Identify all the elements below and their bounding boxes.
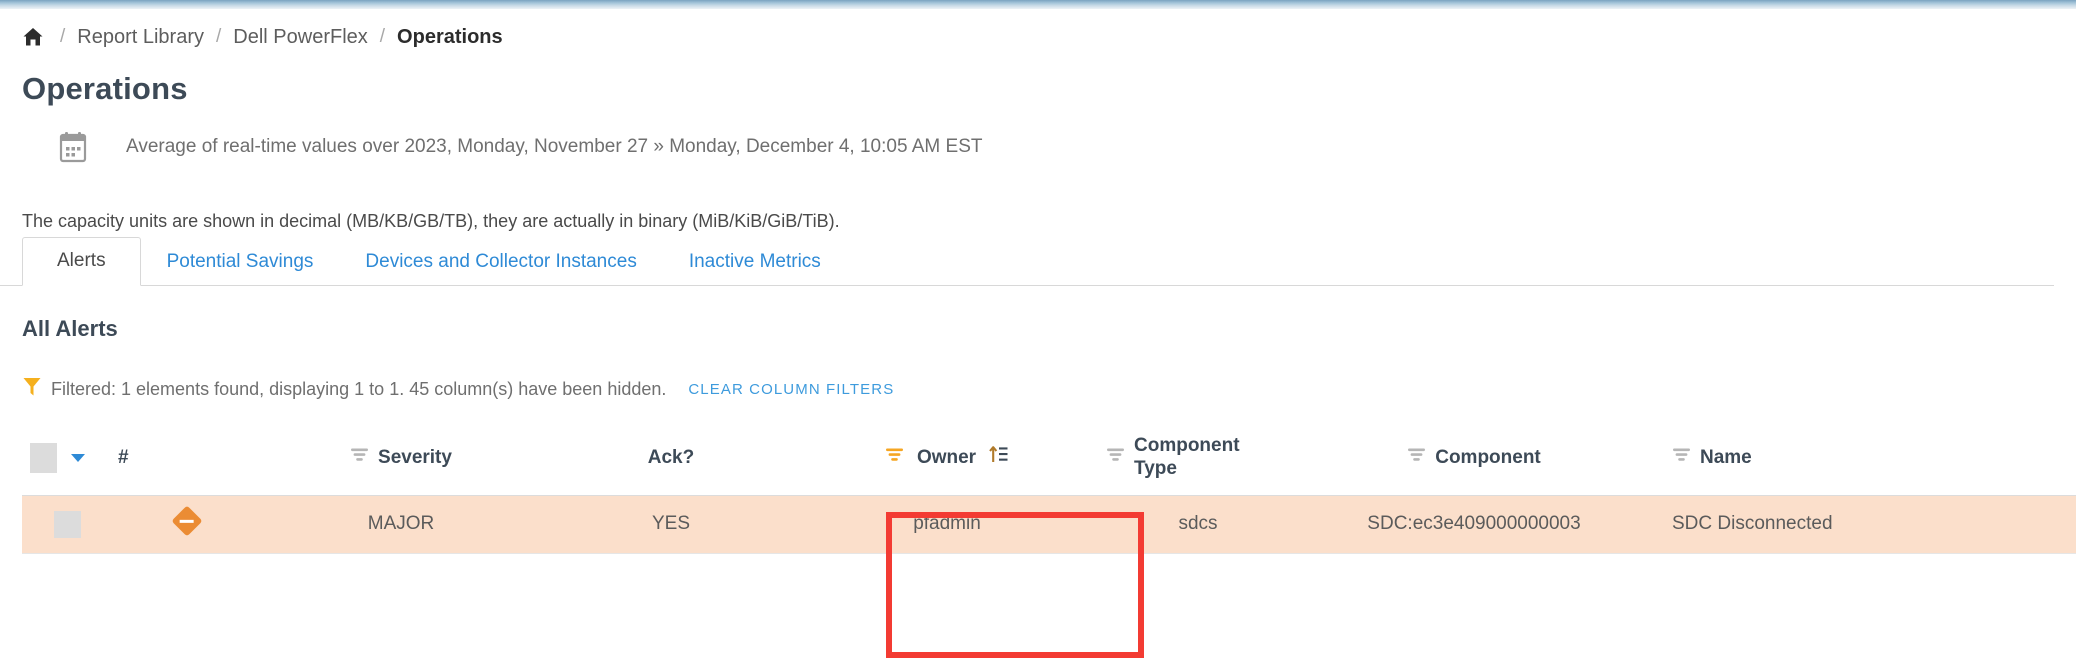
cell-name: SDC Disconnected [1644,495,2076,554]
breadcrumb: / Report Library / Dell PowerFlex / Oper… [22,9,2076,57]
date-range-row: Average of real-time values over 2023, M… [22,131,2076,163]
cell-ack: YES [540,495,802,554]
tab-potential-savings[interactable]: Potential Savings [141,239,340,286]
filter-icon-severity[interactable] [350,447,369,469]
home-icon[interactable] [22,27,44,47]
breadcrumb-item-dell-powerflex[interactable]: Dell PowerFlex [233,26,367,49]
funnel-icon [22,376,42,403]
filter-icon-owner[interactable] [885,447,904,469]
column-header-owner[interactable]: Owner [802,421,1092,496]
column-header-severity[interactable]: Severity [262,421,540,496]
tab-inactive-metrics[interactable]: Inactive Metrics [663,239,847,286]
calendar-icon[interactable] [58,131,88,163]
column-header-component-type[interactable]: Component Type [1092,421,1304,496]
filter-icon-component-type[interactable] [1106,447,1125,469]
column-label-name: Name [1700,446,1752,468]
alerts-table: # Severity Ack? Owner Component Type Com… [22,421,2076,554]
row-checkbox[interactable] [53,510,81,538]
cell-severity: MAJOR [262,495,540,554]
table-body: MAJOR YES pfadmin sdcs SDC:ec3e409000000… [22,495,2076,554]
tab-bar: Alerts Potential Savings Devices and Col… [0,237,2054,286]
column-label-ack: Ack? [647,446,695,468]
severity-diamond-icon [171,505,203,537]
breadcrumb-separator-2: / [379,26,386,47]
breadcrumb-item-report-library[interactable]: Report Library [77,26,204,49]
table-header-row: # Severity Ack? Owner Component Type Com… [22,421,2076,496]
alerts-table-container: # Severity Ack? Owner Component Type Com… [0,421,2076,554]
cell-component: SDC:ec3e409000000003 [1304,495,1644,554]
clear-column-filters-link[interactable]: CLEAR COLUMN FILTERS [688,381,894,398]
column-label-component-type: Component Type [1134,435,1240,479]
page-title: Operations [22,71,188,106]
table-row[interactable]: MAJOR YES pfadmin sdcs SDC:ec3e409000000… [22,495,2076,554]
cell-owner: pfadmin [802,495,1092,554]
page-content: / Report Library / Dell PowerFlex / Oper… [0,9,2076,668]
select-all-checkbox[interactable] [30,442,57,473]
breadcrumb-item-operations: Operations [397,25,503,48]
column-header-name[interactable]: Name [1644,421,2076,496]
filter-icon-name[interactable] [1672,447,1691,469]
table-header: # Severity Ack? Owner Component Type Com… [22,421,2076,496]
column-header-select-all[interactable] [22,421,112,496]
tab-devices-and-collector-instances[interactable]: Devices and Collector Instances [339,239,662,286]
column-label-owner: Owner [916,446,977,468]
filter-status-bar: Filtered: 1 elements found, displaying 1… [22,376,2076,403]
column-label-component: Component [1435,446,1541,468]
row-severity-icon-cell [112,495,262,554]
date-range-text: Average of real-time values over 2023, M… [126,136,983,157]
cell-component-type: sdcs [1092,495,1304,554]
sort-ascending-icon[interactable] [989,445,1009,470]
breadcrumb-separator-0: / [60,26,66,47]
filter-icon-component[interactable] [1407,447,1426,469]
tab-alerts[interactable]: Alerts [22,237,141,286]
top-gradient-strip [0,0,2076,9]
breadcrumb-separator-1: / [216,26,222,47]
column-header-number[interactable]: # [112,421,262,496]
column-header-ack[interactable]: Ack? [540,421,802,496]
chevron-down-icon[interactable] [71,453,85,462]
filter-status-text: Filtered: 1 elements found, displaying 1… [51,379,667,399]
column-header-component[interactable]: Component [1304,421,1644,496]
column-label-severity: Severity [378,446,452,468]
section-title-all-alerts: All Alerts [22,316,118,341]
column-label-number: # [118,446,129,468]
capacity-units-note: The capacity units are shown in decimal … [22,211,840,231]
row-select-cell[interactable] [22,495,112,554]
